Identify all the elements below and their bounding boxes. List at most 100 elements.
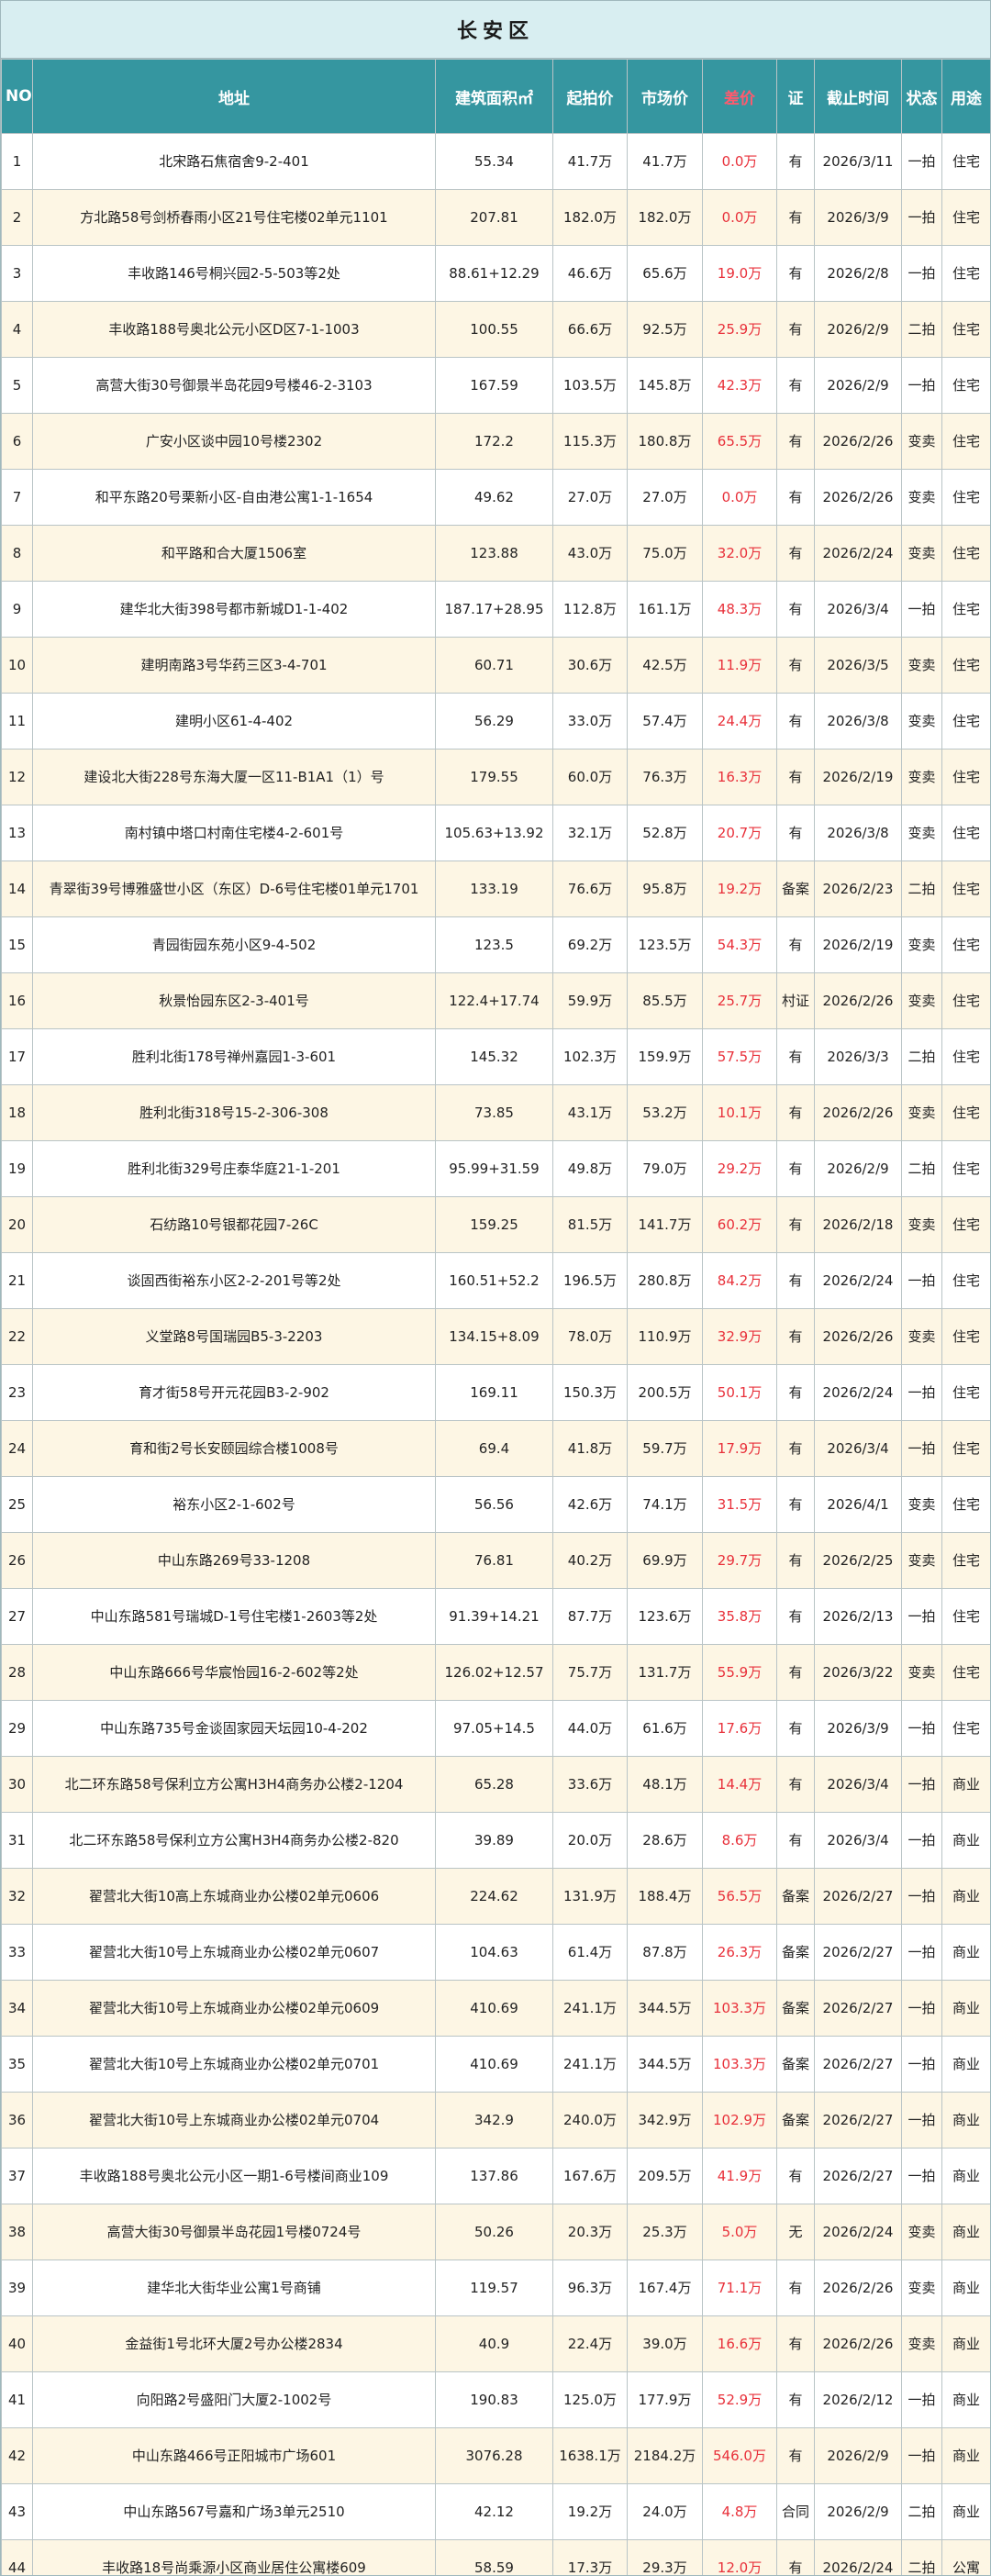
cell-address: 广安小区谈中园10号楼2302 — [32, 413, 436, 470]
cell-status: 一拍 — [901, 2092, 942, 2149]
cell-start-price: 60.0万 — [552, 749, 628, 805]
cell-deadline: 2026/4/1 — [814, 1476, 902, 1533]
cell-deadline: 2026/2/9 — [814, 301, 902, 358]
cell-area: 410.69 — [435, 2036, 553, 2093]
cell-start-price: 44.0万 — [552, 1700, 628, 1757]
cell-price-diff: 12.0万 — [702, 2539, 777, 2575]
cell-no: 24 — [1, 1420, 33, 1477]
cell-deadline: 2026/2/27 — [814, 2148, 902, 2204]
cell-price-diff: 50.1万 — [702, 1364, 777, 1421]
cell-status: 变卖 — [901, 693, 942, 749]
cell-no: 27 — [1, 1588, 33, 1645]
cell-address: 北二环东路58号保利立方公寓H3H4商务办公楼2-820 — [32, 1812, 436, 1869]
cell-start-price: 33.6万 — [552, 1756, 628, 1813]
cell-address: 方北路58号剑桥春雨小区21号住宅楼02单元1101 — [32, 189, 436, 246]
cell-no: 8 — [1, 525, 33, 582]
col-header-start-price: 起拍价 — [552, 59, 628, 134]
cell-address: 翟营北大街10高上东城商业办公楼02单元0606 — [32, 1868, 436, 1925]
cell-certificate: 有 — [776, 581, 815, 638]
cell-address: 丰收路146号桐兴园2-5-503等2处 — [32, 245, 436, 302]
cell-usage: 住宅 — [941, 1364, 990, 1421]
cell-area: 42.12 — [435, 2483, 553, 2540]
cell-price-diff: 25.9万 — [702, 301, 777, 358]
table-row: 44 丰收路18号尚乘源小区商业居住公寓楼609 58.59 17.3万 29.3万 12… — [1, 2539, 990, 2575]
cell-price-diff: 8.6万 — [702, 1812, 777, 1869]
cell-market-price: 57.4万 — [627, 693, 703, 749]
cell-address: 建设北大街228号东海大厦一区11-B1A1（1）号 — [32, 749, 436, 805]
cell-usage: 公寓 — [941, 2539, 990, 2575]
cell-price-diff: 32.9万 — [702, 1308, 777, 1365]
cell-certificate: 备案 — [776, 2036, 815, 2093]
cell-market-price: 180.8万 — [627, 413, 703, 470]
cell-usage: 住宅 — [941, 413, 990, 470]
cell-status: 变卖 — [901, 1308, 942, 1365]
cell-certificate: 有 — [776, 1756, 815, 1813]
cell-deadline: 2026/2/26 — [814, 1308, 902, 1365]
cell-market-price: 131.7万 — [627, 1644, 703, 1701]
cell-usage: 住宅 — [941, 1476, 990, 1533]
cell-status: 变卖 — [901, 2315, 942, 2372]
cell-deadline: 2026/2/26 — [814, 1084, 902, 1141]
cell-address: 秋景怡园东区2-3-401号 — [32, 972, 436, 1029]
cell-start-price: 30.6万 — [552, 637, 628, 694]
cell-address: 中山东路466号正阳城市广场601 — [32, 2427, 436, 2484]
table-row: 30 北二环东路58号保利立方公寓H3H4商务办公楼2-1204 65.28 33.6… — [1, 1756, 990, 1813]
cell-area: 159.25 — [435, 1196, 553, 1253]
cell-no: 9 — [1, 581, 33, 638]
cell-area: 56.56 — [435, 1476, 553, 1533]
table-row: 2 方北路58号剑桥春雨小区21号住宅楼02单元1101 207.81 182.0万 1… — [1, 189, 990, 246]
cell-price-diff: 31.5万 — [702, 1476, 777, 1533]
cell-start-price: 49.8万 — [552, 1140, 628, 1197]
cell-start-price: 40.2万 — [552, 1532, 628, 1589]
cell-status: 变卖 — [901, 1084, 942, 1141]
cell-usage: 住宅 — [941, 1700, 990, 1757]
cell-start-price: 69.2万 — [552, 916, 628, 973]
cell-certificate: 有 — [776, 1532, 815, 1589]
cell-address: 南村镇中塔口村南住宅楼4-2-601号 — [32, 805, 436, 861]
cell-market-price: 59.7万 — [627, 1420, 703, 1477]
cell-address: 和平路和合大厦1506室 — [32, 525, 436, 582]
cell-status: 一拍 — [901, 357, 942, 414]
cell-area: 342.9 — [435, 2092, 553, 2149]
cell-no: 28 — [1, 1644, 33, 1701]
cell-area: 40.9 — [435, 2315, 553, 2372]
cell-certificate: 备案 — [776, 1868, 815, 1925]
cell-status: 变卖 — [901, 1644, 942, 1701]
cell-status: 一拍 — [901, 245, 942, 302]
cell-start-price: 20.0万 — [552, 1812, 628, 1869]
cell-area: 134.15+8.09 — [435, 1308, 553, 1365]
cell-no: 12 — [1, 749, 33, 805]
cell-status: 二拍 — [901, 2483, 942, 2540]
cell-start-price: 150.3万 — [552, 1364, 628, 1421]
cell-deadline: 2026/3/4 — [814, 1756, 902, 1813]
cell-status: 变卖 — [901, 637, 942, 694]
cell-price-diff: 60.2万 — [702, 1196, 777, 1253]
cell-price-diff: 17.6万 — [702, 1700, 777, 1757]
cell-start-price: 87.7万 — [552, 1588, 628, 1645]
cell-market-price: 41.7万 — [627, 133, 703, 190]
cell-price-diff: 55.9万 — [702, 1644, 777, 1701]
cell-no: 33 — [1, 1924, 33, 1981]
col-header-status: 状态 — [901, 59, 942, 134]
cell-address: 谈固西街裕东小区2-2-201号等2处 — [32, 1252, 436, 1309]
cell-no: 19 — [1, 1140, 33, 1197]
cell-price-diff: 29.7万 — [702, 1532, 777, 1589]
cell-certificate: 有 — [776, 1084, 815, 1141]
cell-start-price: 78.0万 — [552, 1308, 628, 1365]
cell-usage: 住宅 — [941, 1588, 990, 1645]
cell-start-price: 125.0万 — [552, 2371, 628, 2428]
cell-area: 410.69 — [435, 1980, 553, 2037]
cell-certificate: 有 — [776, 2427, 815, 2484]
cell-address: 丰收路18号尚乘源小区商业居住公寓楼609 — [32, 2539, 436, 2575]
cell-status: 一拍 — [901, 1364, 942, 1421]
cell-address: 建明小区61-4-402 — [32, 693, 436, 749]
table-row: 4 丰收路188号奥北公元小区D区7-1-1003 100.55 66.6万 92.5万… — [1, 301, 990, 358]
table-row: 3 丰收路146号桐兴园2-5-503等2处 88.61+12.29 46.6万 65.… — [1, 245, 990, 302]
cell-market-price: 280.8万 — [627, 1252, 703, 1309]
table-row: 26 中山东路269号33-1208 76.81 40.2万 69.9万 29.7万有 20… — [1, 1532, 990, 1589]
table-row: 23 育才街58号开元花园B3-2-902 169.11 150.3万 200.5万 50… — [1, 1364, 990, 1421]
cell-address: 金益街1号北环大厦2号办公楼2834 — [32, 2315, 436, 2372]
cell-certificate: 有 — [776, 357, 815, 414]
table-row: 16 秋景怡园东区2-3-401号 122.4+17.74 59.9万 85.5万 25.… — [1, 972, 990, 1029]
cell-start-price: 76.6万 — [552, 861, 628, 917]
